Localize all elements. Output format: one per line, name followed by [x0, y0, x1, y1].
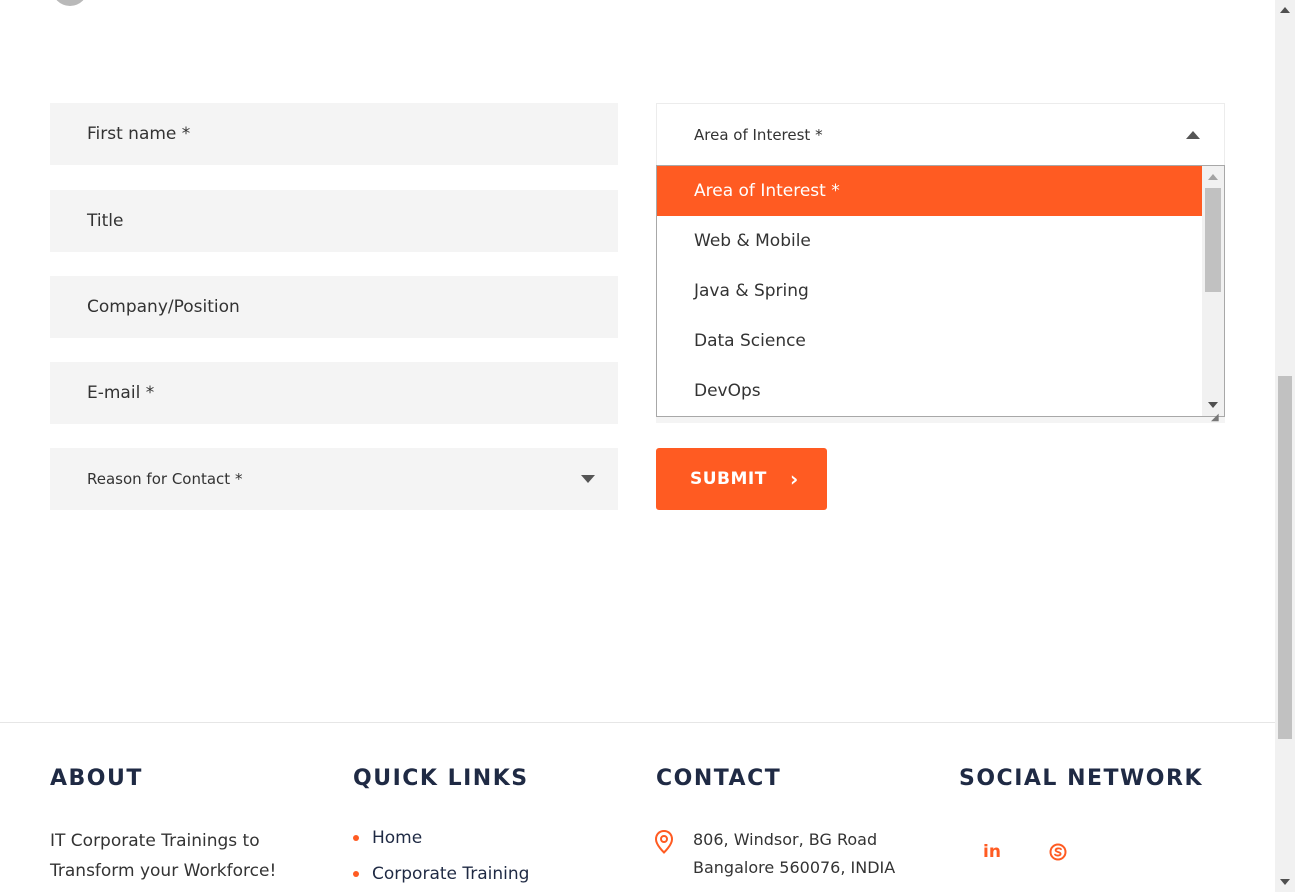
company-placeholder: Company/Position [87, 297, 240, 317]
location-pin-icon [654, 829, 674, 858]
email-input[interactable]: E-mail * [50, 362, 618, 424]
scroll-down-arrow-icon[interactable] [1208, 402, 1218, 408]
area-select-label: Area of Interest * [694, 125, 823, 144]
dropdown-scroll-thumb[interactable] [1205, 188, 1221, 292]
submit-button[interactable]: SUBMIT › [656, 448, 827, 510]
reason-select-label: Reason for Contact * [87, 470, 243, 488]
quick-link-label: Home [372, 828, 423, 848]
option-data-science[interactable]: Data Science [657, 316, 1203, 366]
page-scroll-down-icon[interactable] [1280, 879, 1290, 885]
dropdown-scrollbar[interactable] [1202, 166, 1224, 416]
area-of-interest-dropdown: Area of Interest * Web & Mobile Java & S… [656, 165, 1225, 417]
social-network-heading: SOCIAL NETWORK [959, 766, 1203, 791]
reason-for-contact-select[interactable]: Reason for Contact * [50, 448, 618, 510]
company-position-input[interactable]: Company/Position [50, 276, 618, 338]
option-area-of-interest[interactable]: Area of Interest * [657, 166, 1203, 216]
submit-label: SUBMIT [690, 469, 767, 489]
option-devops[interactable]: DevOps [657, 366, 1203, 416]
message-textarea-edge [656, 417, 1225, 423]
contact-heading: CONTACT [656, 766, 782, 791]
page-scrollbar[interactable] [1275, 0, 1295, 892]
footer-divider [0, 722, 1275, 723]
area-of-interest-select[interactable]: Area of Interest * [656, 103, 1225, 166]
quick-link-label: Corporate Training [372, 864, 530, 884]
contact-address: 806, Windsor, BG Road Bangalore 560076, … [693, 826, 895, 882]
page-scroll-up-icon[interactable] [1280, 7, 1290, 13]
email-placeholder: E-mail * [87, 383, 155, 403]
first-name-placeholder: First name * [87, 124, 191, 144]
scroll-up-arrow-icon[interactable] [1208, 174, 1218, 180]
first-name-input[interactable]: First name * [50, 103, 618, 165]
caret-up-icon [1186, 131, 1200, 139]
address-line-1: 806, Windsor, BG Road [693, 830, 878, 849]
about-text: IT Corporate Trainings to Transform your… [50, 831, 277, 881]
title-input[interactable]: Title [50, 190, 618, 252]
chevron-right-icon: › [790, 467, 799, 491]
caret-down-icon [581, 475, 595, 483]
option-web-mobile[interactable]: Web & Mobile [657, 216, 1203, 266]
avatar-partial [52, 0, 88, 6]
page-scroll-thumb[interactable] [1278, 376, 1292, 739]
quick-link-home[interactable]: Home [353, 820, 529, 856]
title-placeholder: Title [87, 211, 124, 231]
about-heading: ABOUT [50, 766, 143, 791]
bullet-icon [353, 871, 359, 877]
option-java-spring[interactable]: Java & Spring [657, 266, 1203, 316]
quick-links-heading: QUICK LINKS [353, 766, 529, 791]
resize-handle-icon[interactable]: ◢ [1211, 412, 1219, 423]
bullet-icon [353, 835, 359, 841]
linkedin-icon[interactable]: in [980, 840, 1004, 864]
quick-links-list: Home Corporate Training [353, 820, 529, 892]
skype-icon[interactable] [1046, 840, 1070, 864]
address-line-2: Bangalore 560076, INDIA [693, 858, 896, 877]
quick-link-corporate-training[interactable]: Corporate Training [353, 856, 529, 892]
